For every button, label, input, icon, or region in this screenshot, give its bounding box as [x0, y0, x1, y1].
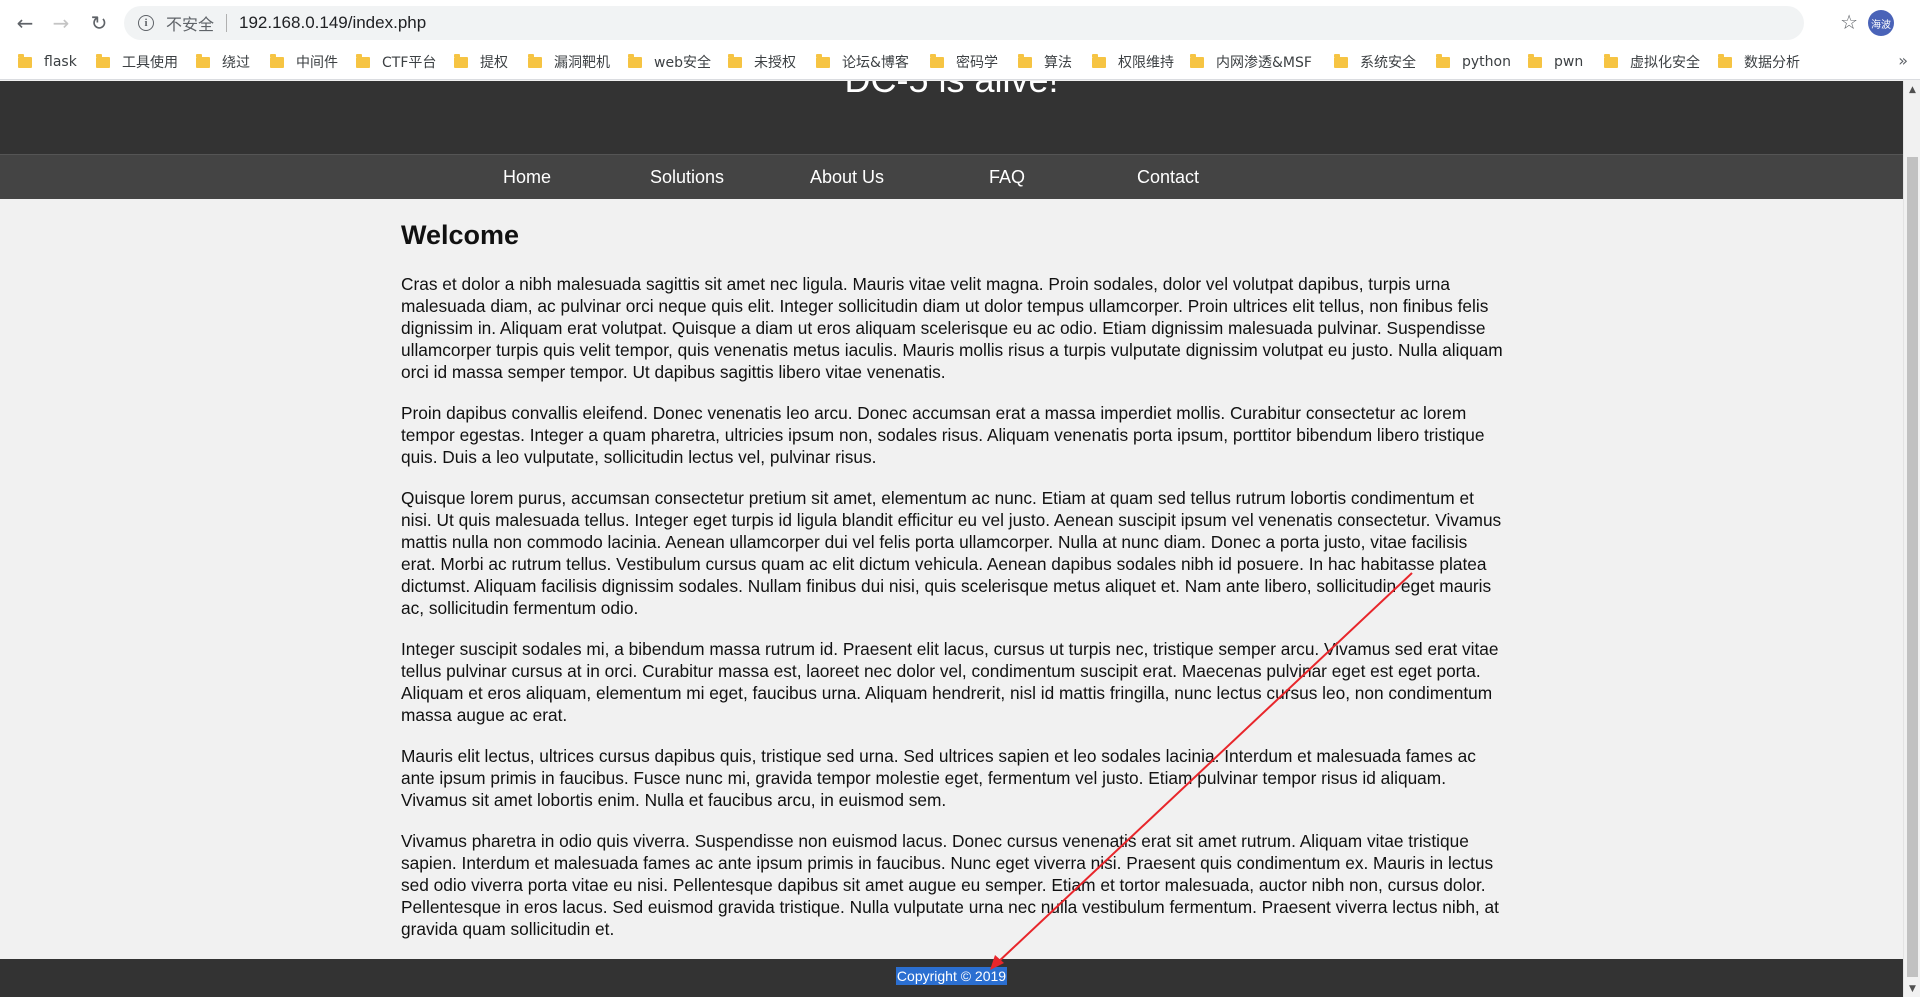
info-icon[interactable]: i — [138, 15, 154, 31]
bookmark-python[interactable]: python — [1436, 52, 1511, 72]
folder-icon — [728, 53, 742, 68]
menu-about-us[interactable]: About Us — [787, 167, 907, 188]
paragraph: Cras et dolor a nibh malesuada sagittis … — [401, 274, 1503, 382]
menu-contact[interactable]: Contact — [1108, 167, 1228, 188]
vertical-scrollbar[interactable]: ▲ ▼ — [1903, 81, 1920, 997]
bookmark-label: 漏洞靶机 — [554, 55, 610, 71]
insecure-label[interactable]: 不安全 — [166, 11, 214, 35]
bookmark-label: 工具使用 — [122, 55, 178, 71]
folder-icon — [816, 53, 830, 68]
bookmark-label: 论坛&博客 — [842, 55, 909, 71]
bookmark-label: 数据分析 — [1744, 55, 1800, 71]
address-separator — [226, 14, 228, 32]
address-bar[interactable]: i 不安全 192.168.0.149/index.php — [124, 6, 1804, 40]
page-heading: Welcome — [401, 220, 520, 250]
profile-avatar[interactable]: 海波 — [1868, 10, 1894, 36]
bookmark-websec[interactable]: web安全 — [628, 52, 711, 72]
bookmark-label: pwn — [1554, 54, 1584, 70]
bookmark-label: 内网渗透&MSF — [1216, 55, 1312, 71]
scroll-down-icon[interactable]: ▼ — [1904, 980, 1920, 997]
site-footer: Copyright © 2019 — [0, 959, 1903, 997]
bookmark-label: 提权 — [480, 55, 508, 71]
folder-icon — [18, 53, 32, 68]
bookmark-ctf[interactable]: CTF平台 — [356, 52, 436, 72]
bookmarks-bar: flask 工具使用 绕过 中间件 CTF平台 提权 漏洞靶机 web安全 未授… — [0, 44, 1920, 80]
paragraph: Proin dapibus convallis eleifend. Donec … — [401, 403, 1485, 467]
folder-icon — [454, 53, 468, 68]
bookmark-label: 虚拟化安全 — [1630, 55, 1700, 71]
folder-icon — [196, 53, 210, 68]
bookmark-privesc[interactable]: 提权 — [454, 52, 508, 72]
bookmark-pwn[interactable]: pwn — [1528, 52, 1583, 72]
page-viewport: DC-5 is alive! Home Solutions About Us F… — [0, 81, 1903, 997]
folder-icon — [1718, 53, 1732, 68]
bookmark-star-icon[interactable]: ☆ — [1840, 10, 1858, 34]
bookmark-label: 绕过 — [222, 55, 250, 71]
folder-icon — [1436, 53, 1450, 68]
selected-copyright[interactable]: Copyright © 2019 — [895, 967, 1008, 985]
folder-icon — [1334, 53, 1348, 68]
copyright-text: Copyright © 2019 — [0, 967, 1903, 985]
bookmark-label: 算法 — [1044, 55, 1072, 71]
paragraph: Quisque lorem purus, accumsan consectetu… — [401, 488, 1502, 618]
bookmark-label: 中间件 — [296, 55, 338, 71]
paragraph: Mauris elit lectus, ultrices cursus dapi… — [401, 746, 1476, 810]
bookmark-crypto[interactable]: 密码学 — [930, 52, 998, 72]
scroll-up-icon[interactable]: ▲ — [1904, 81, 1920, 98]
bookmark-forums[interactable]: 论坛&博客 — [816, 52, 909, 72]
bookmark-label: CTF平台 — [382, 55, 437, 71]
bookmark-label: flask — [44, 54, 77, 70]
bookmark-algorithm[interactable]: 算法 — [1018, 52, 1072, 72]
folder-icon — [528, 53, 542, 68]
folder-icon — [96, 53, 110, 68]
folder-icon — [270, 53, 284, 68]
site-header: DC-5 is alive! — [0, 81, 1903, 154]
bookmark-persistence[interactable]: 权限维持 — [1092, 52, 1174, 72]
bookmark-bypass[interactable]: 绕过 — [196, 52, 250, 72]
folder-icon — [628, 53, 642, 68]
bookmark-unauth[interactable]: 未授权 — [728, 52, 796, 72]
bookmark-virtualization[interactable]: 虚拟化安全 — [1604, 52, 1700, 72]
browser-toolbar: ← → ↻ i 不安全 192.168.0.149/index.php ☆ 海波 — [0, 0, 1920, 44]
folder-icon — [1092, 53, 1106, 68]
bookmark-label: 权限维持 — [1118, 55, 1174, 71]
folder-icon — [1018, 53, 1032, 68]
bookmark-vuln-targets[interactable]: 漏洞靶机 — [528, 52, 610, 72]
reload-icon[interactable]: ↻ — [86, 10, 112, 36]
bookmark-label: 未授权 — [754, 55, 796, 71]
bookmark-label: web安全 — [654, 55, 711, 71]
paragraph: Integer suscipit sodales mi, a bibendum … — [401, 639, 1499, 725]
scroll-thumb[interactable] — [1907, 157, 1918, 977]
menu-faq[interactable]: FAQ — [947, 167, 1067, 188]
back-icon[interactable]: ← — [12, 10, 38, 36]
bookmark-label: python — [1462, 54, 1511, 70]
menu-home[interactable]: Home — [467, 167, 587, 188]
paragraph: Vivamus pharetra in odio quis viverra. S… — [401, 831, 1499, 939]
forward-icon[interactable]: → — [48, 10, 74, 36]
bookmark-syssec[interactable]: 系统安全 — [1334, 52, 1416, 72]
bookmark-data-analysis[interactable]: 数据分析 — [1718, 52, 1800, 72]
main-content: Welcome Cras et dolor a nibh malesuada s… — [401, 220, 1506, 959]
folder-icon — [356, 53, 370, 68]
bookmark-tools[interactable]: 工具使用 — [96, 52, 178, 72]
folder-icon — [1604, 53, 1618, 68]
folder-icon — [930, 53, 944, 68]
site-title: DC-5 is alive! — [0, 81, 1903, 101]
site-menu: Home Solutions About Us FAQ Contact — [0, 154, 1903, 199]
bookmark-middleware[interactable]: 中间件 — [270, 52, 338, 72]
folder-icon — [1190, 53, 1204, 68]
url-text[interactable]: 192.168.0.149/index.php — [239, 13, 426, 33]
bookmark-intranet-msf[interactable]: 内网渗透&MSF — [1190, 52, 1312, 72]
bookmark-label: 密码学 — [956, 55, 998, 71]
bookmarks-overflow-icon[interactable]: » — [1898, 51, 1908, 70]
bookmark-flask[interactable]: flask — [18, 52, 77, 72]
menu-solutions[interactable]: Solutions — [627, 167, 747, 188]
folder-icon — [1528, 53, 1542, 68]
bookmark-label: 系统安全 — [1360, 55, 1416, 71]
